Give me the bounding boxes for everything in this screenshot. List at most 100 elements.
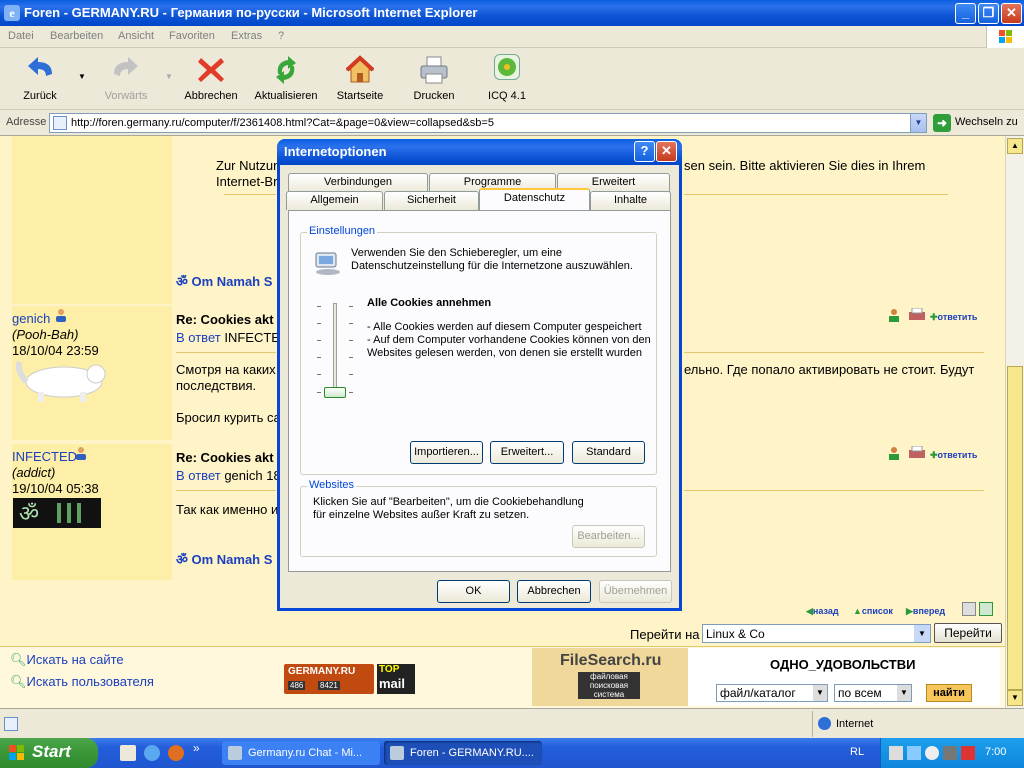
- default-button[interactable]: Standard: [572, 441, 645, 464]
- user-profile-icon[interactable]: [74, 446, 88, 460]
- quicklaunch-more-icon[interactable]: »: [193, 741, 200, 755]
- dialog-title-bar[interactable]: Internetoptionen ? ✕: [277, 139, 682, 165]
- tray-network-icon[interactable]: [889, 746, 903, 760]
- advanced-button[interactable]: Erweitert...: [490, 441, 564, 464]
- scroll-thumb[interactable]: [1007, 366, 1023, 690]
- scroll-down-arrow-icon[interactable]: ▼: [1007, 690, 1023, 706]
- import-button[interactable]: Importieren...: [410, 441, 483, 464]
- scroll-up-arrow-icon[interactable]: ▲: [1007, 138, 1023, 154]
- privacy-computer-icon: [313, 247, 343, 277]
- quicklaunch-desktop-icon[interactable]: [120, 745, 136, 761]
- ok-button[interactable]: OK: [437, 580, 510, 603]
- address-url[interactable]: http://foren.germany.ru/computer/f/23614…: [71, 117, 494, 129]
- taskbar-item-foren[interactable]: Foren - GERMANY.RU....: [384, 741, 542, 765]
- add-contact-icon[interactable]: [888, 308, 904, 322]
- close-button[interactable]: ✕: [1001, 3, 1022, 24]
- privacy-slider[interactable]: [315, 301, 355, 411]
- tab-allgemein[interactable]: Allgemein: [286, 191, 383, 210]
- om-symbol-icon: ॐ: [176, 274, 188, 289]
- search-site-link[interactable]: 🔍︎Искать на сайте: [10, 652, 124, 668]
- print-post-icon[interactable]: [908, 307, 926, 322]
- taskbar-item-chat[interactable]: Germany.ru Chat - Mi...: [222, 741, 380, 765]
- top-mail-banner[interactable]: TOP mail: [377, 664, 415, 694]
- nav-forward-link[interactable]: ▶вперед: [906, 606, 945, 617]
- menu-help[interactable]: ?: [278, 30, 284, 42]
- quicklaunch-ie-icon[interactable]: [144, 745, 160, 761]
- start-button[interactable]: Start: [0, 738, 98, 768]
- tray-tool-icon[interactable]: [943, 746, 957, 760]
- tray-display-icon[interactable]: [907, 746, 921, 760]
- flat-view-icon[interactable]: [962, 602, 976, 616]
- vertical-scrollbar[interactable]: ▲ ▼: [1005, 136, 1024, 708]
- windows-logo-icon: [986, 26, 1024, 48]
- nav-list-link[interactable]: ▲список: [853, 606, 893, 616]
- filesearch-submit-button[interactable]: найти: [926, 684, 972, 702]
- clock[interactable]: 7:00: [985, 746, 1006, 758]
- reply-button[interactable]: ✚ответить: [930, 450, 977, 461]
- user-profile-icon[interactable]: [54, 308, 68, 322]
- goto-label: Перейти на: [630, 627, 700, 642]
- window-title: Foren - GERMANY.RU - Германия по-русски …: [24, 5, 478, 20]
- reply-to-link[interactable]: В ответ: [176, 468, 221, 483]
- stop-button[interactable]: Abbrechen: [184, 54, 238, 102]
- post-username[interactable]: genich: [12, 311, 50, 326]
- tab-verbindungen[interactable]: Verbindungen: [288, 173, 428, 192]
- icq-button[interactable]: ICQ 4.1: [486, 54, 528, 102]
- tray-volume-icon[interactable]: [925, 746, 939, 760]
- goto-button[interactable]: Перейти: [934, 623, 1002, 643]
- back-button[interactable]: Zurück: [20, 54, 60, 102]
- post-date: 19/10/04 05:38: [12, 481, 99, 496]
- search-user-link[interactable]: 🔍︎Искать пользователя: [10, 674, 154, 690]
- maximize-button[interactable]: ❐: [978, 3, 999, 24]
- forward-button[interactable]: Vorwärts: [102, 54, 150, 102]
- language-indicator[interactable]: RL: [850, 746, 864, 758]
- post-author-panel: [12, 136, 172, 304]
- germany-ru-banner[interactable]: GERMANY.RU 486 8421: [284, 664, 374, 694]
- quicklaunch-firefox-icon[interactable]: [168, 745, 184, 761]
- tab-datenschutz[interactable]: Datenschutz: [479, 188, 590, 210]
- go-arrow-icon[interactable]: ➜: [933, 114, 951, 132]
- filesearch-logo[interactable]: FileSearch.ru файловая поисковая система: [532, 648, 688, 706]
- help-icon[interactable]: ?: [634, 141, 655, 162]
- tab-sicherheit[interactable]: Sicherheit: [384, 191, 479, 210]
- tree-view-icon[interactable]: [979, 602, 993, 616]
- menu-bearbeiten[interactable]: Bearbeiten: [50, 30, 103, 42]
- nav-back-link[interactable]: ◀назад: [806, 606, 839, 617]
- go-button[interactable]: Wechseln zu: [955, 116, 1018, 128]
- user-rank: (addict): [12, 465, 56, 480]
- forum-select[interactable]: Linux & Co ▼: [702, 624, 931, 643]
- filesearch-scope-select[interactable]: по всем ▼: [834, 684, 912, 702]
- refresh-button[interactable]: Aktualisieren: [253, 54, 319, 102]
- forward-dropdown-icon[interactable]: ▼: [165, 72, 173, 81]
- reply-button[interactable]: ✚ответить: [930, 312, 977, 323]
- reply-to-link[interactable]: В ответ: [176, 330, 221, 345]
- post-subject[interactable]: Re: Cookies akt: [176, 450, 274, 465]
- print-post-icon[interactable]: [908, 445, 926, 460]
- cancel-button[interactable]: Abbrechen: [517, 580, 591, 603]
- window-icon: [228, 746, 242, 760]
- window-title-bar[interactable]: e Foren - GERMANY.RU - Германия по-русск…: [0, 0, 1024, 26]
- home-button[interactable]: Startseite: [334, 54, 386, 102]
- address-input[interactable]: http://foren.germany.ru/computer/f/23614…: [49, 113, 927, 133]
- menu-datei[interactable]: Datei: [8, 30, 34, 42]
- tray-antivirus-icon[interactable]: [961, 746, 975, 760]
- address-label: Adresse: [6, 116, 47, 128]
- edit-sites-button[interactable]: Bearbeiten...: [572, 525, 645, 548]
- menu-ansicht[interactable]: Ansicht: [118, 30, 154, 42]
- close-icon[interactable]: ✕: [656, 141, 677, 162]
- post-subject[interactable]: Re: Cookies akt: [176, 312, 274, 327]
- avatar: ॐ: [13, 498, 101, 528]
- filesearch-type-select[interactable]: файл/каталог ▼: [716, 684, 828, 702]
- back-dropdown-icon[interactable]: ▼: [78, 72, 86, 81]
- minimize-button[interactable]: _: [955, 3, 976, 24]
- tab-inhalte[interactable]: Inhalte: [590, 191, 671, 210]
- add-contact-icon[interactable]: [888, 446, 904, 460]
- apply-button[interactable]: Übernehmen: [599, 580, 672, 603]
- print-button[interactable]: Drucken: [410, 54, 458, 102]
- menu-favoriten[interactable]: Favoriten: [169, 30, 215, 42]
- address-dropdown-icon[interactable]: ▼: [910, 114, 926, 132]
- home-icon: [344, 54, 376, 86]
- menu-extras[interactable]: Extras: [231, 30, 262, 42]
- slider-thumb[interactable]: [324, 387, 346, 398]
- post-username[interactable]: INFECTED: [12, 449, 77, 464]
